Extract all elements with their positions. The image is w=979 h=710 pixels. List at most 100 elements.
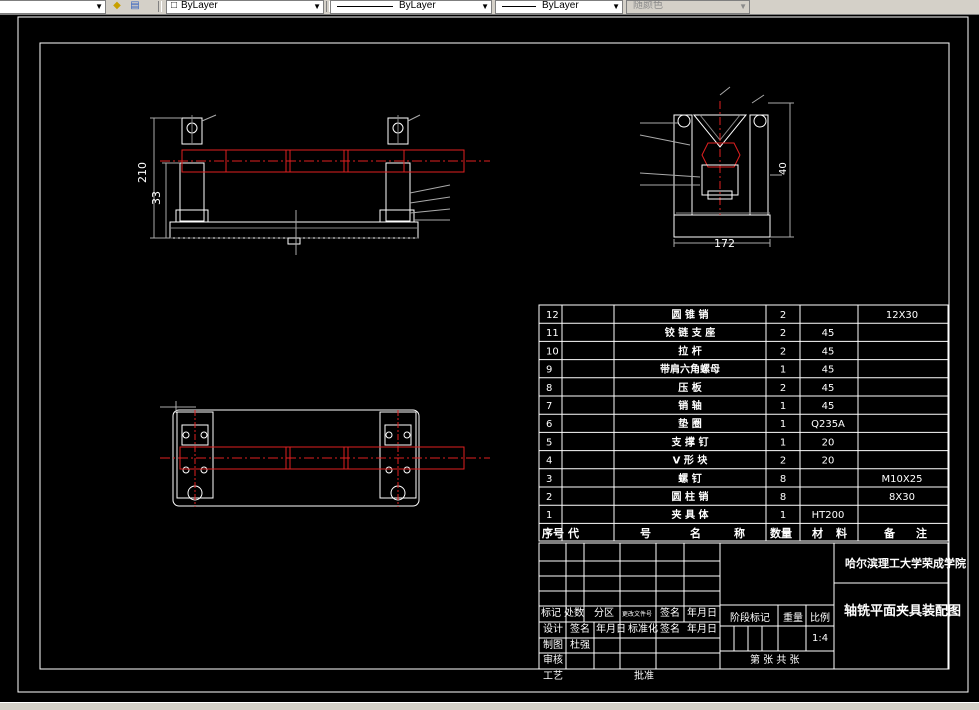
tb-process: 工艺 xyxy=(543,670,563,682)
plot-style-dropdown[interactable]: 随颜色 ▼ xyxy=(626,0,750,14)
chevron-down-icon: ▼ xyxy=(739,2,747,11)
chevron-down-icon: ▼ xyxy=(612,2,620,11)
table-row: 12 圆 锥 销 2 12X30 xyxy=(546,308,918,321)
bom-cell-no: 7 xyxy=(546,401,552,412)
bom-header-note-b: 注 xyxy=(916,526,927,540)
tb-mark: 标记 xyxy=(541,607,561,619)
tb-date: 年月日 xyxy=(687,606,717,619)
bom-cell-no: 11 xyxy=(546,328,559,339)
bom-cell-material: 45 xyxy=(822,328,835,339)
tb-date3: 年月日 xyxy=(687,622,717,635)
line-sample xyxy=(502,6,536,7)
table-row: 8 压 板 2 45 xyxy=(546,381,834,394)
bom-header-material-a: 材 xyxy=(812,526,823,540)
bom-cell-qty: 8 xyxy=(780,474,786,485)
dim-width-side: 172 xyxy=(714,237,735,250)
bom-cell-name: 压 板 xyxy=(678,381,702,394)
tb-scale-label: 比例 xyxy=(810,611,830,624)
bom-cell-name: 垫 圈 xyxy=(678,417,701,430)
tb-date2: 年月日 xyxy=(596,622,626,635)
tb-stage: 阶段标记 xyxy=(730,611,770,624)
bom-cell-material: 45 xyxy=(822,346,835,357)
tb-draw: 制图 xyxy=(543,638,563,651)
lineweight-value: ByLayer xyxy=(542,0,579,11)
bom-cell-name: 铰 链 支 座 xyxy=(665,326,715,339)
dim-height-sub: 33 xyxy=(150,191,163,205)
line-sample xyxy=(337,6,393,7)
bom-cell-qty: 2 xyxy=(780,346,786,357)
bom-cell-name: V 形 块 xyxy=(673,454,709,467)
bom-cell-qty: 2 xyxy=(780,383,786,394)
bom-cell-name: 带肩六角螺母 xyxy=(660,363,720,376)
table-row: 2 圆 柱 销 8 8X30 xyxy=(546,490,915,503)
bom-cell-name: 圆 柱 销 xyxy=(672,490,709,503)
table-row: 7 销 轴 1 45 xyxy=(546,399,834,412)
bom-cell-name: 支 撑 钉 xyxy=(671,435,709,448)
tb-review: 审核 xyxy=(543,653,563,666)
bom-cell-no: 3 xyxy=(546,474,552,485)
lineweight-dropdown[interactable]: ByLayer ▼ xyxy=(495,0,623,14)
bom-cell-qty: 2 xyxy=(780,328,786,339)
bom-cell-material: Q235A xyxy=(811,419,845,430)
bom-header-qty: 数量 xyxy=(770,526,792,540)
bom-cell-qty: 2 xyxy=(780,456,786,467)
tb-zone: 分区 xyxy=(594,607,614,619)
model-space-canvas[interactable]: 210 33 172 40 12 圆 锥 销 2 12X30 11 铰 链 支 … xyxy=(0,15,979,702)
plot-style-value: 随颜色 xyxy=(633,0,663,11)
bom-cell-no: 9 xyxy=(546,365,552,376)
bom-cell-name: 销 轴 xyxy=(678,399,701,412)
tb-scale: 1:4 xyxy=(812,633,828,644)
chevron-down-icon: ▼ xyxy=(481,2,489,11)
linetype-value: ByLayer xyxy=(399,0,436,11)
bom-cell-no: 2 xyxy=(546,492,552,503)
layer-stack-icon[interactable]: ▤ xyxy=(128,0,142,12)
bom-cell-no: 12 xyxy=(546,310,559,321)
tb-drafter: 杜强 xyxy=(570,638,590,651)
tb-weight: 重量 xyxy=(783,611,803,624)
bom-header-material-b: 料 xyxy=(836,526,847,540)
dim-height-total: 210 xyxy=(136,162,149,183)
tb-sign2: 签名 xyxy=(570,622,590,635)
bom-cell-qty: 1 xyxy=(780,365,786,376)
linetype-dropdown[interactable]: ByLayer ▼ xyxy=(330,0,492,14)
tb-standard: 标准化 xyxy=(628,622,658,635)
bom-cell-no: 1 xyxy=(546,510,552,521)
layer-state-icon[interactable]: ◆ xyxy=(110,0,124,12)
tb-sign: 签名 xyxy=(660,606,680,619)
bom-cell-no: 8 xyxy=(546,383,552,394)
tb-count: 处数 xyxy=(564,606,584,619)
bom-cell-no: 5 xyxy=(546,437,552,448)
layer-color-value: ByLayer xyxy=(181,0,218,11)
drawing-svg: 210 33 172 40 12 圆 锥 销 2 12X3011 铰 链 支 座… xyxy=(17,16,969,693)
bom-cell-qty: 2 xyxy=(780,310,786,321)
bom-cell-note: 8X30 xyxy=(889,492,915,503)
bom-header-code-a: 代 xyxy=(567,526,579,540)
bom-cell-no: 6 xyxy=(546,419,552,430)
bom-header: 序号 代 号 名 称 数量 材 料 备 注 xyxy=(542,526,927,540)
front-view xyxy=(150,114,490,255)
bom-cell-material: 20 xyxy=(822,456,835,467)
bom-cell-name: 螺 钉 xyxy=(678,472,701,485)
bom-cell-no: 4 xyxy=(546,456,552,467)
table-row: 5 支 撑 钉 1 20 xyxy=(546,435,834,448)
color-swatch-icon: □ xyxy=(170,0,178,11)
color-dropdown[interactable]: ▼ xyxy=(0,0,106,14)
bom-cell-name: 夹 具 体 xyxy=(672,508,710,521)
bom-cell-qty: 1 xyxy=(780,401,786,412)
chevron-down-icon: ▼ xyxy=(313,2,321,11)
tb-change-doc: 更改文件号 xyxy=(622,610,652,618)
drawing-title: 轴铣平面夹具装配图 xyxy=(844,603,961,619)
dim-height-side: 40 xyxy=(778,162,789,175)
toolbar-separator xyxy=(158,1,162,12)
bom-cell-qty: 1 xyxy=(780,437,786,448)
bom-cell-qty: 8 xyxy=(780,492,786,503)
table-row: 3 螺 钉 8 M10X25 xyxy=(546,472,922,485)
title-block-text: 哈尔滨理工大学荣成学院 轴铣平面夹具装配图 标记 处数 分区 更改文件号 签名 … xyxy=(541,556,966,682)
layer-color-dropdown[interactable]: □ ByLayer ▼ xyxy=(166,0,324,14)
bom-cell-qty: 1 xyxy=(780,419,786,430)
bom-cell-no: 10 xyxy=(546,346,559,357)
table-row: 9 带肩六角螺母 1 45 xyxy=(546,363,834,376)
chevron-down-icon: ▼ xyxy=(95,2,103,11)
bom-header-no: 序号 xyxy=(542,526,564,540)
bom-header-code-b: 号 xyxy=(640,527,651,540)
